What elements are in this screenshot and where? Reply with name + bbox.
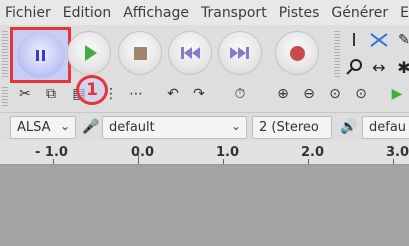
audio-host-select[interactable]: ALSA ⌄ bbox=[10, 116, 76, 139]
pencil-icon: ✎ bbox=[398, 32, 409, 48]
channels-value: 2 (Stereo bbox=[259, 120, 319, 135]
undo-icon: ↶ bbox=[167, 86, 179, 102]
ruler-label: 1.0 bbox=[216, 145, 240, 160]
silence-button[interactable]: ⋯ bbox=[125, 83, 147, 105]
pause-icon bbox=[36, 49, 45, 61]
menu-pistes[interactable]: Pistes bbox=[273, 5, 326, 21]
i-beam-icon: I bbox=[351, 29, 357, 51]
recording-device-select[interactable]: default ⌄ bbox=[102, 116, 247, 139]
sync-lock-button[interactable]: ⏱ bbox=[229, 83, 251, 105]
double-arrow-icon: ↔ bbox=[372, 57, 386, 77]
envelope-icon bbox=[370, 33, 388, 47]
stop-icon bbox=[133, 46, 147, 60]
zoom-icon bbox=[346, 59, 362, 75]
pause-button-highlight[interactable] bbox=[10, 27, 71, 83]
menu-fichier[interactable]: Fichier bbox=[0, 5, 57, 21]
toolbar-grip[interactable] bbox=[2, 29, 8, 79]
scissors-icon: ✂ bbox=[19, 86, 31, 102]
fit-project-button[interactable]: ⊙ bbox=[350, 83, 372, 105]
zoom-tool[interactable] bbox=[343, 56, 365, 78]
step-badge: 1 bbox=[76, 75, 108, 105]
redo-icon: ↷ bbox=[193, 86, 205, 102]
copy-icon: ⧉ bbox=[46, 86, 56, 102]
cut-button[interactable]: ✂ bbox=[14, 83, 36, 105]
menu-effets[interactable]: E bbox=[394, 5, 409, 21]
ruler-label: 3.0 bbox=[386, 145, 409, 160]
record-button[interactable] bbox=[275, 31, 319, 75]
ruler-tick bbox=[53, 159, 54, 164]
ruler-label: - 1.0 bbox=[35, 145, 68, 160]
skip-end-icon bbox=[230, 47, 249, 59]
ruler-tick bbox=[308, 159, 309, 164]
menu-affichage[interactable]: Affichage bbox=[117, 5, 195, 21]
silence-icon: ⋯ bbox=[129, 86, 143, 102]
microphone-icon: 🎤 bbox=[82, 119, 100, 135]
audio-host-value: ALSA bbox=[17, 120, 51, 135]
play-button[interactable] bbox=[67, 31, 111, 75]
zoom-in-icon: ⊕ bbox=[277, 86, 289, 102]
stop-button[interactable] bbox=[118, 31, 162, 75]
device-toolbar: ALSA ⌄ 🎤 default ⌄ 2 (Stereo 🔊 defau bbox=[0, 112, 409, 141]
fit-selection-button[interactable]: ⊙ bbox=[324, 83, 346, 105]
fit-selection-icon: ⊙ bbox=[329, 86, 341, 102]
timer-icon: ⏱ bbox=[234, 86, 246, 102]
toolbar-grip[interactable] bbox=[334, 29, 340, 79]
playback-device-value: defau bbox=[369, 120, 407, 135]
zoom-out-button[interactable]: ⊖ bbox=[298, 83, 320, 105]
zoom-out-icon: ⊖ bbox=[303, 86, 315, 102]
menu-transport[interactable]: Transport bbox=[195, 5, 273, 21]
zoom-in-button[interactable]: ⊕ bbox=[272, 83, 294, 105]
recording-device-value: default bbox=[109, 120, 155, 135]
fit-project-icon: ⊙ bbox=[355, 86, 367, 102]
redo-button[interactable]: ↷ bbox=[188, 83, 210, 105]
toolbar-grip[interactable] bbox=[2, 85, 8, 107]
draw-tool[interactable]: ✎ bbox=[393, 29, 409, 51]
undo-button[interactable]: ↶ bbox=[162, 83, 184, 105]
chevron-down-icon: ⌄ bbox=[59, 119, 70, 133]
record-icon bbox=[289, 45, 305, 61]
chevron-down-icon: ⌄ bbox=[230, 119, 241, 133]
playhead-marker[interactable] bbox=[138, 150, 139, 164]
play-at-speed-button[interactable]: ▶ bbox=[386, 83, 408, 105]
envelope-tool[interactable] bbox=[368, 29, 390, 51]
multi-tool[interactable]: ✱ bbox=[393, 56, 409, 78]
menu-bar: Fichier Edition Affichage Transport Pist… bbox=[0, 0, 409, 25]
timeline-ruler[interactable]: - 1.0 0.0 1.0 2.0 3.0 bbox=[0, 141, 409, 165]
ruler-tick bbox=[223, 159, 224, 164]
skip-start-icon bbox=[181, 47, 200, 59]
track-area[interactable] bbox=[0, 165, 409, 246]
time-shift-tool[interactable]: ↔ bbox=[368, 56, 390, 78]
copy-button[interactable]: ⧉ bbox=[40, 83, 62, 105]
playback-device-select[interactable]: defau bbox=[362, 116, 409, 139]
ruler-tick bbox=[393, 159, 394, 164]
speaker-icon: 🔊 bbox=[340, 119, 358, 135]
play-icon: ▶ bbox=[391, 86, 403, 102]
pause-button[interactable] bbox=[16, 32, 65, 78]
skip-to-end-button[interactable] bbox=[218, 31, 262, 75]
asterisk-icon: ✱ bbox=[397, 57, 409, 77]
channels-select[interactable]: 2 (Stereo bbox=[252, 116, 332, 139]
ruler-label: 0.0 bbox=[131, 145, 155, 160]
menu-edition[interactable]: Edition bbox=[57, 5, 117, 21]
play-icon bbox=[84, 45, 97, 61]
menu-generer[interactable]: Générer bbox=[325, 5, 394, 21]
skip-to-start-button[interactable] bbox=[168, 31, 212, 75]
selection-tool[interactable]: I bbox=[343, 29, 365, 51]
ruler-label: 2.0 bbox=[301, 145, 325, 160]
